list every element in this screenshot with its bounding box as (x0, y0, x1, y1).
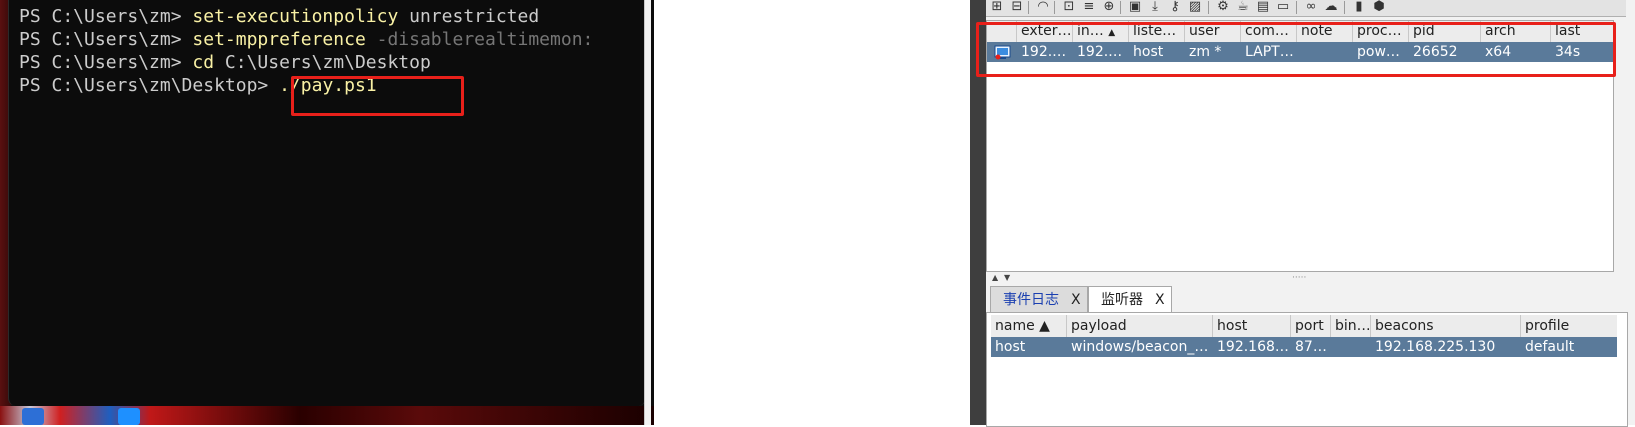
desktop-app-icon[interactable] (22, 408, 44, 425)
parameter: -disablerealtimemon: (376, 29, 594, 50)
prompt: PS C:\Users\zm> (19, 52, 193, 73)
toolbar-separator (1208, 1, 1209, 14)
column-header-bind[interactable]: bin… (1331, 315, 1371, 337)
link-icon[interactable]: ∞ (1304, 0, 1318, 14)
command-highlight-box (291, 76, 464, 116)
cell-port: 87… (1295, 339, 1327, 355)
credentials-icon[interactable]: ▣ (1128, 0, 1142, 14)
add-icon[interactable]: ⊞ (990, 0, 1004, 14)
cell-name: host (995, 339, 1026, 355)
toolbar-separator (1296, 1, 1297, 14)
command: cd (192, 52, 215, 73)
prompt: PS C:\Users\zm> (19, 29, 193, 50)
key-icon[interactable]: ⚷ (1168, 0, 1182, 14)
column-header-host[interactable]: host (1213, 315, 1291, 337)
terminal-line-1: PS C:\Users\zm> set-executionpolicy unre… (19, 5, 539, 28)
desktop-app-icon[interactable] (118, 408, 140, 425)
prompt: PS C:\Users\zm\Desktop> (19, 75, 280, 96)
cloud-icon[interactable]: ☁ (1324, 0, 1338, 14)
toolbar-separator (1344, 1, 1345, 14)
list-icon[interactable]: ≡ (1082, 0, 1096, 14)
listener-row[interactable]: host windows/beacon_… 192.168… 87… 192.1… (991, 337, 1617, 357)
powershell-terminal[interactable]: PS C:\Users\zm> set-executionpolicy unre… (8, 0, 646, 406)
command: set-mppreference (192, 29, 366, 50)
headphones-icon[interactable]: ◠ (1036, 0, 1050, 14)
cell-payload: windows/beacon_… (1071, 339, 1209, 355)
remove-icon[interactable]: ⊟ (1010, 0, 1024, 14)
collapse-down-icon[interactable]: ▼ (1004, 274, 1010, 282)
window-edge (644, 0, 651, 425)
close-tab-icon[interactable]: X (1071, 287, 1081, 313)
pivot-graph-icon[interactable]: ⊡ (1062, 0, 1076, 14)
coffee-icon[interactable]: ☕ (1236, 0, 1250, 14)
argument: unrestricted (398, 6, 540, 27)
toolbar-separator (1120, 1, 1121, 14)
column-header-beacons[interactable]: beacons (1371, 315, 1521, 337)
collapse-up-icon[interactable]: ▲ (992, 274, 998, 282)
cell-beacons: 192.168.225.130 (1375, 339, 1496, 355)
console-icon[interactable]: ▭ (1276, 0, 1290, 14)
toolbar-separator (1054, 1, 1055, 14)
document-icon[interactable]: ▤ (1256, 0, 1270, 14)
tab-listeners[interactable]: 监听器 X (1088, 286, 1172, 312)
screenshot-icon[interactable]: ▨ (1188, 0, 1202, 14)
cell-bind (1331, 337, 1371, 357)
beacon-highlight-box (976, 22, 1616, 77)
tab-event-log[interactable]: 事件日志 X (990, 286, 1088, 312)
splitter-grip[interactable]: ····· (1292, 274, 1306, 283)
terminal-line-3: PS C:\Users\zm> cd C:\Users\zm\Desktop (19, 51, 431, 74)
cell-host: 192.168… (1217, 339, 1289, 355)
argument: C:\Users\zm\Desktop (214, 52, 431, 73)
terminal-line-2: PS C:\Users\zm> set-mppreference -disabl… (19, 28, 593, 51)
settings-icon[interactable]: ⚙ (1216, 0, 1230, 14)
download-icon[interactable]: ⤓ (1148, 0, 1162, 14)
column-header-payload[interactable]: payload (1067, 315, 1213, 337)
cube-icon[interactable]: ⬢ (1372, 0, 1386, 14)
column-header-name[interactable]: name ▲ (991, 315, 1067, 337)
tab-label: 监听器 (1101, 292, 1143, 308)
cell-profile: default (1525, 339, 1575, 355)
tab-bar: 事件日志 X 监听器 X (986, 284, 1626, 312)
desktop-wallpaper-strip (0, 406, 654, 425)
listener-table[interactable]: name ▲ payload host port bin… beacons pr… (986, 312, 1628, 427)
toolbar: ⊞ ⊟ ◠ ⊡ ≡ ⊕ ▣ ⤓ ⚷ ▨ ⚙ ☕ ▤ ▭ ∞ ☁ ▮ ⬢ (986, 0, 1626, 17)
book-icon[interactable]: ▮ (1352, 0, 1366, 14)
prompt: PS C:\Users\zm> (19, 6, 193, 27)
command: set-executionpolicy (192, 6, 399, 27)
column-header-profile[interactable]: profile (1521, 315, 1617, 337)
close-tab-icon[interactable]: X (1155, 287, 1165, 313)
tab-label: 事件日志 (1003, 292, 1059, 308)
toolbar-separator (1028, 1, 1029, 14)
argument (366, 29, 377, 50)
target-icon[interactable]: ⊕ (1102, 0, 1116, 14)
column-header-port[interactable]: port (1291, 315, 1331, 337)
